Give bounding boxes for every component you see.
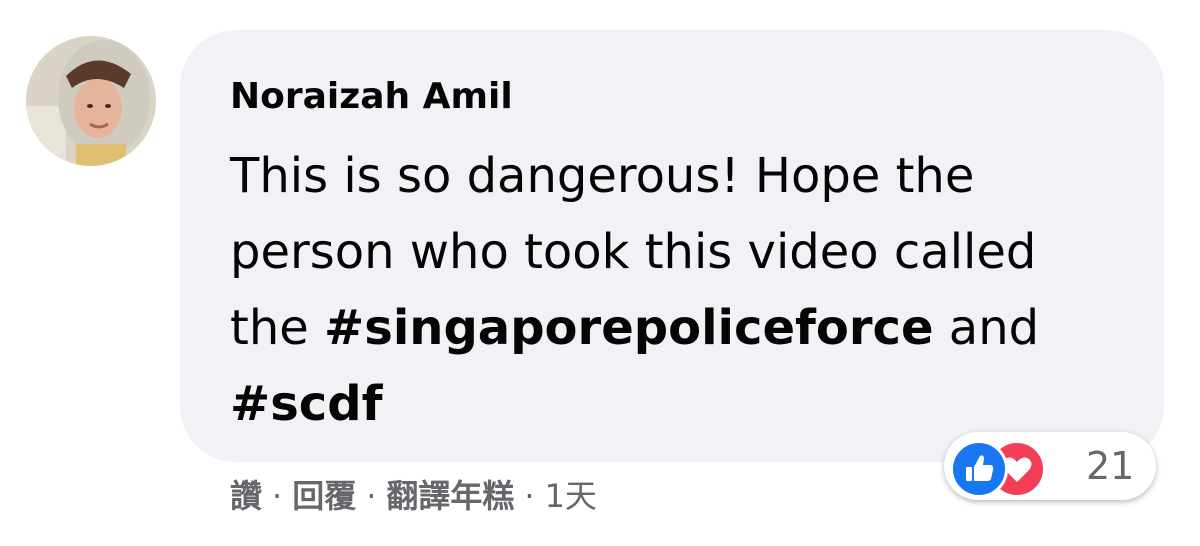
- translate-button[interactable]: 翻譯年糕: [386, 477, 514, 515]
- like-button[interactable]: 讚: [230, 477, 262, 515]
- reply-button[interactable]: 回覆: [292, 477, 356, 515]
- separator: ·: [366, 477, 377, 515]
- hashtag-link[interactable]: #singaporepoliceforce: [324, 300, 934, 356]
- comment-actions: 讚 · 回覆 · 翻譯年糕 · 1天: [230, 470, 597, 522]
- comment-bubble: Noraizah Amil This is so dangerous! Hope…: [180, 30, 1164, 462]
- separator: ·: [272, 477, 283, 515]
- comment-block: Noraizah Amil This is so dangerous! Hope…: [0, 0, 1200, 546]
- like-reaction-icon: [950, 440, 1008, 498]
- comment-text: This is so dangerous! Hope the person wh…: [230, 138, 1130, 442]
- comment-author[interactable]: Noraizah Amil: [230, 76, 513, 117]
- reactions-summary[interactable]: 21: [944, 432, 1156, 500]
- comment-text-part: and: [933, 300, 1040, 356]
- hashtag-link[interactable]: #scdf: [230, 376, 382, 432]
- reaction-count: 21: [1086, 444, 1135, 488]
- timestamp[interactable]: 1天: [545, 477, 597, 515]
- separator: ·: [524, 477, 535, 515]
- avatar-image: [26, 36, 156, 166]
- avatar[interactable]: [26, 36, 156, 166]
